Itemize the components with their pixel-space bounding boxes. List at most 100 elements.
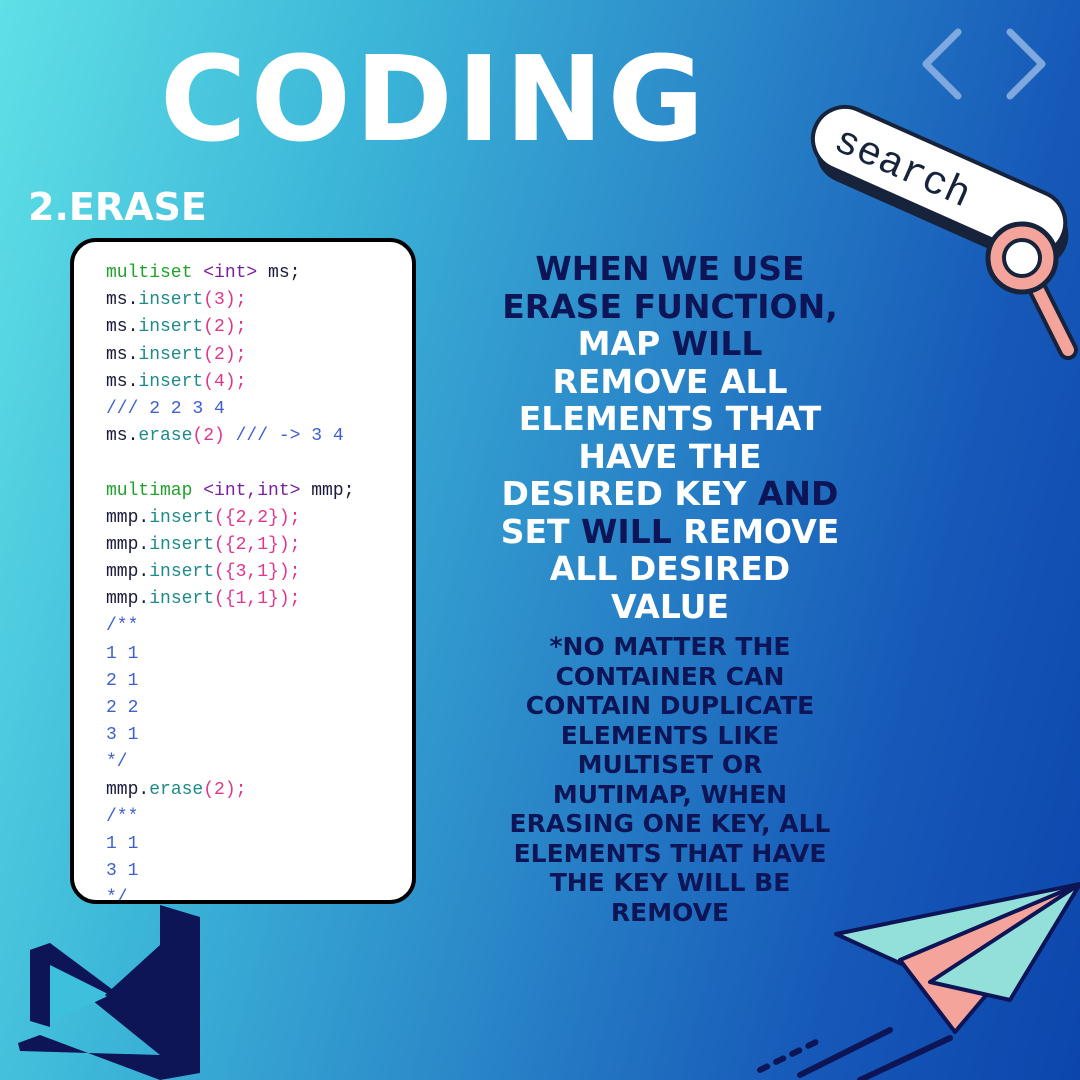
note-line: CONTAINER CAN (555, 661, 785, 691)
code-line: 3 1 (106, 858, 354, 885)
explanation-line: MAP WILL (470, 325, 870, 363)
explanation-line: ELEMENTS THAT (470, 400, 870, 438)
note-line: MUTIMAP, WHEN (552, 779, 788, 809)
code-snippet: multiset <int> ms; ms.insert(3); ms.insert… (106, 260, 354, 904)
code-token: ms. (106, 371, 139, 392)
explanation-line: WHEN WE USE (470, 250, 870, 288)
code-token: <int> (203, 263, 258, 283)
code-line: ms.insert(4); (106, 369, 354, 396)
code-line: ms.insert(2); (106, 342, 354, 369)
code-token: ms. (106, 426, 139, 447)
code-line: ms.insert(2); (106, 314, 354, 341)
code-token: 1 1 (106, 643, 139, 664)
code-token: mmp. (106, 507, 150, 528)
code-line: 2 1 (106, 668, 354, 695)
code-token: /// 2 2 3 4 (106, 398, 225, 419)
explanation-fragment: WILL (581, 511, 672, 551)
visual-studio-logo (18, 905, 200, 1080)
code-token: mmp. (106, 562, 150, 583)
code-token: 2 2 (106, 698, 139, 718)
code-line: 3 1 (106, 722, 354, 749)
code-token: 3 1 (106, 861, 139, 882)
code-token: multiset (106, 263, 204, 283)
explanation-line: DESIRED KEY AND (470, 475, 870, 513)
code-token: */ (106, 888, 128, 904)
code-token: insert (149, 534, 215, 555)
explanation-line: REMOVE ALL (470, 362, 870, 401)
code-line: /** (106, 613, 354, 640)
explanation-fragment: WILL (671, 324, 763, 363)
note-line: MULTISET OR (577, 750, 763, 779)
explanation-fragment: ELEMENTS THAT (518, 399, 822, 438)
code-token: /** (106, 616, 139, 637)
code-token: erase (138, 426, 193, 447)
code-line: */ (106, 749, 354, 776)
code-token: ms. (106, 290, 139, 311)
poster: CODING 2.ERASE search multiset <int> ms;… (0, 0, 1080, 1080)
code-token: insert (149, 589, 215, 610)
code-line: /// 2 2 3 4 (106, 396, 354, 423)
code-line: 1 1 (106, 831, 354, 858)
explanation-fragment: HAVE THE (578, 436, 762, 476)
code-token: mmp. (106, 589, 150, 610)
code-token: 3 1 (106, 725, 139, 746)
code-line: mmp.insert({3,1}); (106, 559, 354, 586)
note-line: *NO MATTER THE (549, 632, 791, 661)
explanation-fragment: ERASE FUNCTION, (502, 286, 838, 326)
code-token: <int,int> (203, 480, 301, 501)
code-line: 2 2 (106, 695, 354, 722)
code-token: mmp. (106, 534, 150, 555)
erase-explanation: WHEN WE USE ERASE FUNCTION, MAP WILL REMOVE… (470, 250, 870, 625)
code-token: ({3,1}); (214, 562, 301, 583)
code-line: */ (106, 885, 354, 904)
code-token: insert (138, 344, 204, 365)
code-token: insert (138, 290, 204, 311)
code-token: (2); (203, 779, 247, 800)
code-line: 1 1 (106, 641, 354, 668)
code-token: */ (106, 752, 128, 773)
page-title: CODING (160, 30, 709, 168)
explanation-fragment: DESIRED KEY (501, 474, 758, 513)
code-token: erase (149, 779, 204, 800)
explanation-fragment: MAP (577, 324, 672, 363)
code-token: mmp; (300, 480, 355, 501)
code-token: /// -> 3 4 (224, 426, 344, 447)
code-line: multiset <int> ms; (106, 260, 354, 287)
code-token: insert (149, 562, 215, 583)
code-token: (2); (203, 344, 247, 365)
explanation-fragment: ALL DESIRED (549, 549, 791, 588)
code-arrows-icon (922, 28, 1046, 100)
note-line: ELEMENTS LIKE (560, 720, 780, 750)
code-token: insert (149, 507, 215, 528)
section-subtitle: 2.ERASE (28, 185, 207, 229)
code-token: (2) (192, 426, 225, 447)
code-line: mmp.insert({2,2}); (106, 505, 354, 532)
code-token: (4); (203, 371, 247, 392)
code-line: mmp.erase(2); (106, 777, 354, 804)
code-token: 1 1 (106, 833, 139, 854)
code-line: multimap <int,int> mmp; (106, 478, 354, 505)
explanation-line: ERASE FUNCTION, (470, 286, 870, 326)
code-token: ms; (257, 263, 301, 283)
explanation-fragment: WHEN WE USE (535, 249, 805, 288)
explanation-line: ALL DESIRED (470, 550, 870, 588)
explanation-line: HAVE THE (470, 436, 870, 476)
paper-plane-icon (757, 882, 1080, 1080)
explanation-fragment: SET (500, 511, 582, 551)
chevron-right-icon (1006, 28, 1046, 100)
code-token: insert (138, 317, 204, 338)
code-token: insert (138, 371, 204, 392)
code-token: mmp. (106, 779, 150, 800)
code-token: ({1,1}); (214, 589, 301, 610)
code-line: mmp.insert({1,1}); (106, 586, 354, 613)
note-line: ERASING ONE KEY, ALL (509, 809, 831, 838)
code-token: /** (106, 806, 139, 827)
code-line: mmp.insert({2,1}); (106, 532, 354, 559)
explanation-line: SET WILL REMOVE (470, 511, 870, 551)
code-token: 2 1 (106, 670, 139, 691)
note-line: ELEMENTS THAT HAVE (513, 838, 827, 868)
explanation-fragment: REMOVE (671, 511, 840, 551)
code-token: (2); (203, 317, 247, 338)
code-line: ms.erase(2) /// -> 3 4 (106, 423, 354, 450)
